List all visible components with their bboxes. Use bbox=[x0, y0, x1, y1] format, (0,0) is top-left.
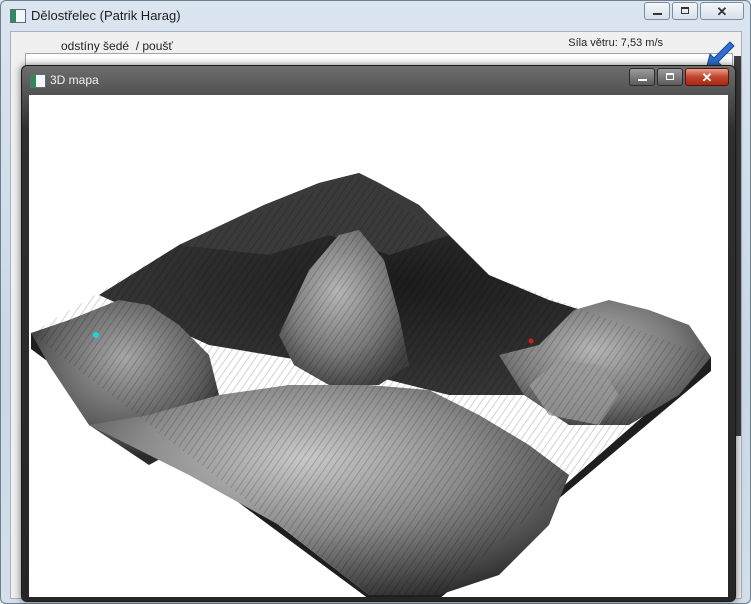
app-icon bbox=[10, 9, 26, 23]
wind-strength-label: Síla větru: 7,53 m/s bbox=[568, 37, 663, 49]
close-icon: ✕ bbox=[701, 70, 713, 85]
maximize-icon bbox=[681, 7, 689, 14]
minimize-icon bbox=[638, 79, 647, 81]
map-window-title: 3D mapa bbox=[50, 73, 99, 87]
main-close-button[interactable]: ✕ bbox=[700, 2, 744, 20]
player-marker[interactable] bbox=[93, 332, 99, 338]
main-minimize-button[interactable] bbox=[644, 2, 670, 20]
main-window-title: Dělostřelec (Patrik Harag) bbox=[31, 8, 181, 23]
terrain-ridge-texture bbox=[31, 173, 711, 595]
map-window: 3D mapa ✕ bbox=[21, 65, 736, 602]
main-window-caption-buttons: ✕ bbox=[644, 2, 744, 20]
map-close-button[interactable]: ✕ bbox=[685, 68, 729, 86]
map-minimize-button[interactable] bbox=[629, 68, 655, 86]
minimize-icon bbox=[653, 13, 662, 15]
display-mode-menu[interactable]: odstíny šedé / poušť bbox=[61, 39, 173, 53]
maximize-icon bbox=[666, 73, 674, 80]
terrain-render bbox=[31, 173, 711, 597]
map-maximize-button[interactable] bbox=[657, 68, 683, 86]
map-window-caption-buttons: ✕ bbox=[629, 68, 729, 86]
close-icon: ✕ bbox=[716, 4, 728, 19]
main-maximize-button[interactable] bbox=[672, 2, 698, 20]
map-window-icon bbox=[30, 74, 46, 88]
enemy-marker[interactable] bbox=[528, 338, 534, 344]
terrain-3d-view[interactable] bbox=[29, 95, 728, 597]
